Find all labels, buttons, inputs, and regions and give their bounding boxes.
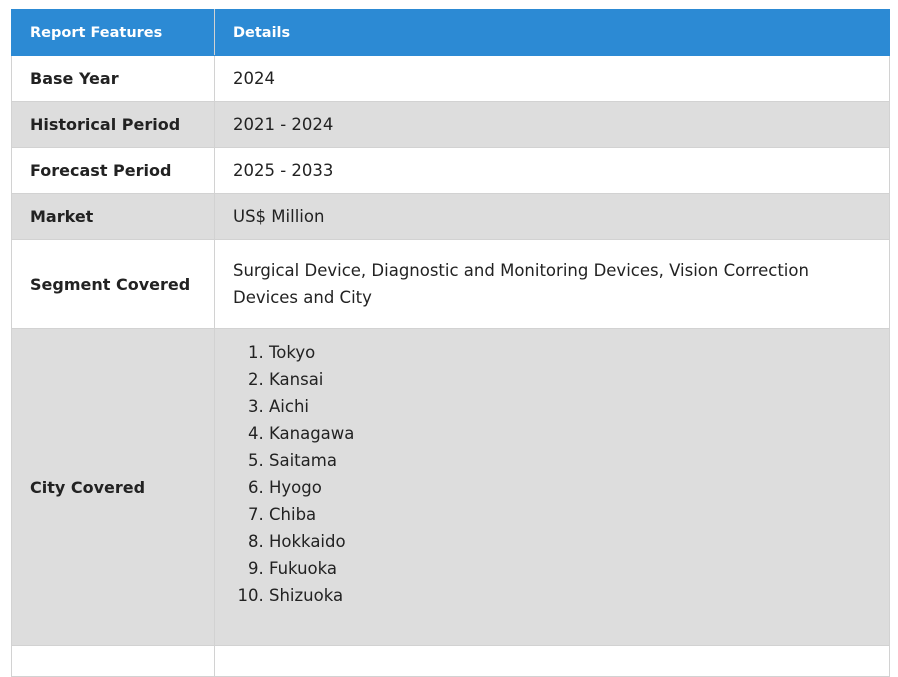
detail-value: US$ Million: [214, 193, 890, 240]
feature-label: Historical Period: [11, 101, 215, 148]
list-item: Kanagawa: [269, 420, 871, 447]
detail-value: Surgical Device, Diagnostic and Monitori…: [214, 239, 890, 329]
list-item: Tokyo: [269, 339, 871, 366]
table-header-row: Report Features Details: [11, 9, 890, 56]
detail-value: 2025 - 2033: [214, 147, 890, 194]
city-list: Tokyo Kansai Aichi Kanagawa Saitama Hyog…: [233, 339, 871, 609]
table-row-segment-covered: Segment Covered Surgical Device, Diagnos…: [11, 239, 890, 329]
table-row-next: [11, 645, 890, 677]
detail-value-empty: [214, 645, 890, 677]
list-item: Chiba: [269, 501, 871, 528]
report-features-table: Report Features Details Base Year 2024 H…: [11, 9, 890, 677]
feature-label: Base Year: [11, 55, 215, 102]
table-row-market: Market US$ Million: [11, 193, 890, 240]
header-details: Details: [214, 9, 890, 56]
feature-label: Forecast Period: [11, 147, 215, 194]
table-row-city-covered: City Covered Tokyo Kansai Aichi Kanagawa…: [11, 328, 890, 646]
feature-label: Market: [11, 193, 215, 240]
feature-label: City Covered: [11, 328, 215, 646]
table-row-base-year: Base Year 2024: [11, 55, 890, 102]
feature-label: Segment Covered: [11, 239, 215, 329]
list-item: Saitama: [269, 447, 871, 474]
city-list-cell: Tokyo Kansai Aichi Kanagawa Saitama Hyog…: [214, 328, 890, 646]
feature-label-empty: [11, 645, 215, 677]
list-item: Aichi: [269, 393, 871, 420]
table-row-historical-period: Historical Period 2021 - 2024: [11, 101, 890, 148]
header-report-features: Report Features: [11, 9, 215, 56]
list-item: Fukuoka: [269, 555, 871, 582]
table-row-forecast-period: Forecast Period 2025 - 2033: [11, 147, 890, 194]
detail-value: 2024: [214, 55, 890, 102]
list-item: Hyogo: [269, 474, 871, 501]
detail-value: 2021 - 2024: [214, 101, 890, 148]
list-item: Shizuoka: [269, 582, 871, 609]
list-item: Hokkaido: [269, 528, 871, 555]
list-item: Kansai: [269, 366, 871, 393]
